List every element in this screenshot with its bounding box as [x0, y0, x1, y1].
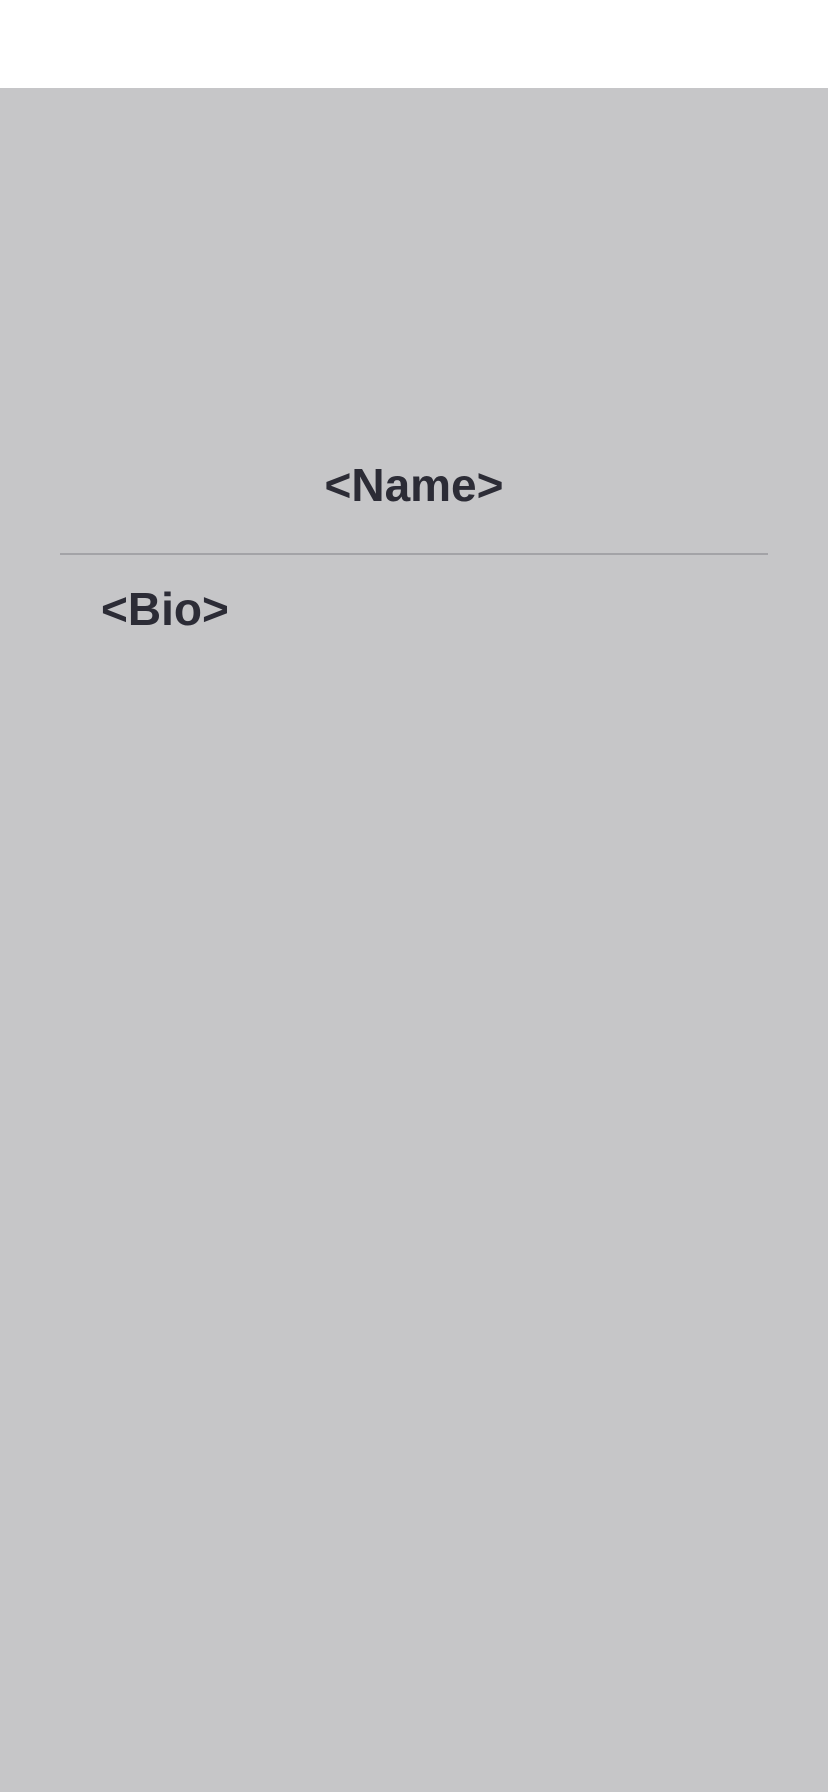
status-bar — [0, 0, 828, 88]
divider — [60, 553, 768, 555]
profile-name: <Name> — [324, 459, 504, 511]
profile-screen: <Name> <Bio> — [0, 0, 828, 1792]
profile-content: <Name> <Bio> — [0, 88, 828, 1792]
profile-bio: <Bio> — [101, 583, 229, 635]
